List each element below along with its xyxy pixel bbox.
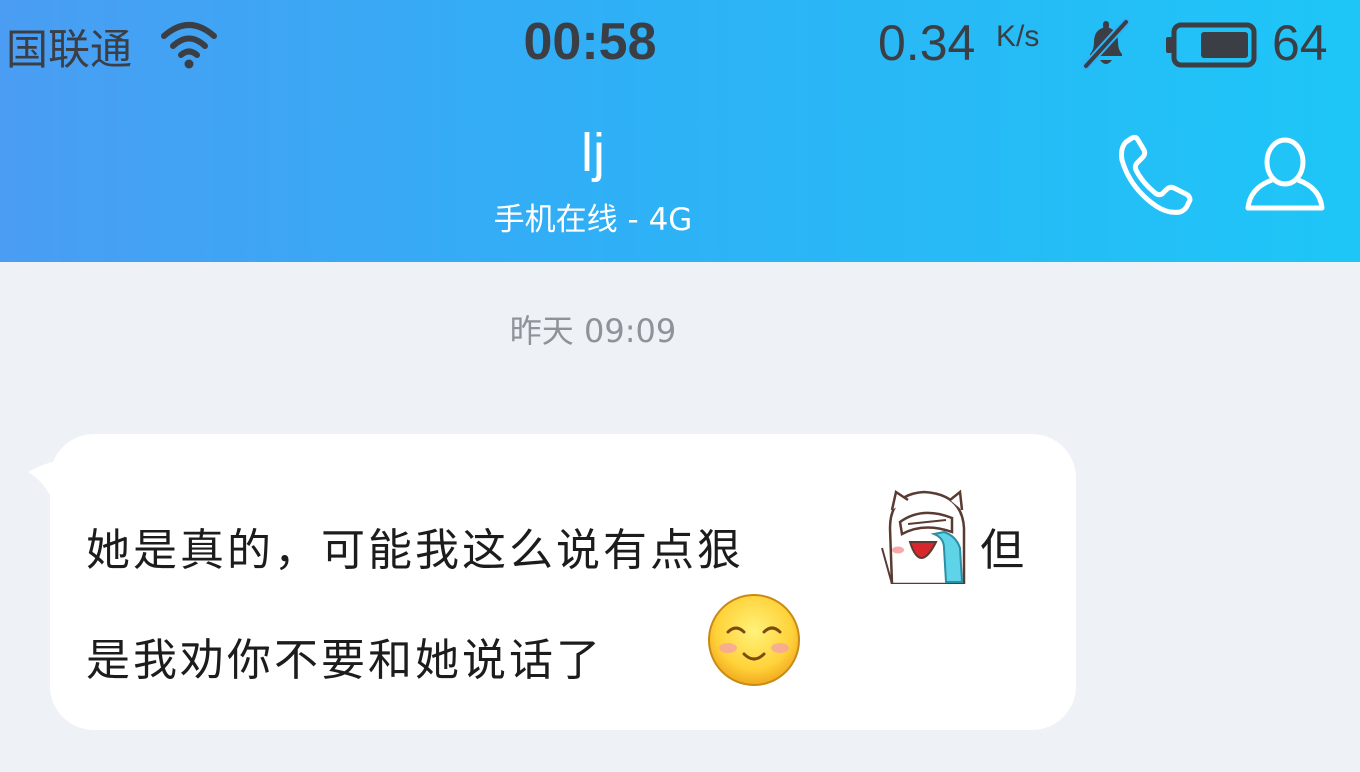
phone-icon[interactable] [1116, 134, 1206, 218]
status-bar: 国联通 00:58 0.34 K/s 64 [0, 0, 1360, 92]
message-text-line-1: 她是真的，可能我这么说有点狠 [86, 525, 744, 576]
message-text-line-2: 是我劝你不要和她说话了 [86, 635, 603, 686]
battery-percentage: 64 [1272, 15, 1328, 71]
network-speed: 0.34 [878, 15, 976, 71]
facepalm-crying-sticker [881, 489, 966, 584]
contact-name[interactable]: lj [0, 122, 1186, 184]
message-text-line-1-tail: 但 [980, 525, 1027, 576]
message-timestamp: 昨天 09:09 [509, 312, 677, 350]
battery-icon [1166, 22, 1257, 68]
contact-status: 手机在线 - 4G [493, 202, 693, 238]
profile-icon[interactable] [1242, 134, 1328, 214]
bell-off-icon [1082, 18, 1130, 70]
network-speed-unit: K/s [996, 20, 1040, 53]
blush-smile-emoji [708, 594, 800, 686]
